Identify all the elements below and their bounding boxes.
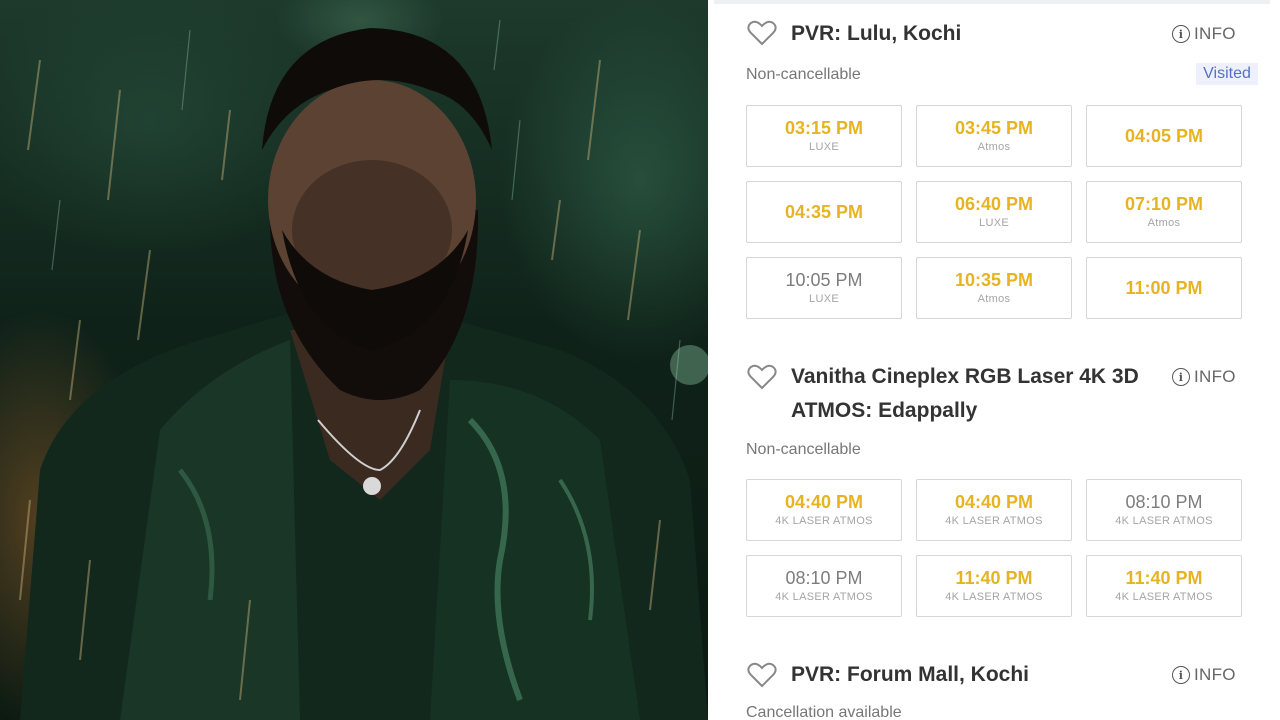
- photo-illustration: [19, 19, 708, 720]
- showtime-format: 4K LASER ATMOS: [775, 515, 873, 527]
- cinema-name[interactable]: Vanitha Cineplex RGB Laser 4K 3D ATMOS: …: [791, 360, 1161, 428]
- visited-badge: Visited: [1196, 63, 1258, 85]
- showtime-button[interactable]: 03:15 PM LUXE: [746, 105, 902, 167]
- info-icon: i: [1172, 666, 1190, 684]
- showtime-button[interactable]: 08:10 PM 4K LASER ATMOS: [746, 555, 902, 617]
- cinema-name-line2: ATMOS: Edappally: [791, 399, 978, 422]
- showtime-time: 08:10 PM: [785, 568, 863, 588]
- showtime-button[interactable]: 03:45 PM Atmos: [916, 105, 1072, 167]
- showtime-time: 04:40 PM: [954, 492, 1034, 512]
- showtime-format: LUXE: [979, 217, 1009, 229]
- showtime-button[interactable]: 06:40 PM LUXE: [916, 181, 1072, 243]
- info-label: INFO: [1194, 665, 1236, 684]
- showtime-button[interactable]: 04:05 PM: [1086, 105, 1242, 167]
- showtime-format: 4K LASER ATMOS: [1115, 515, 1213, 527]
- showtime-format: 4K LASER ATMOS: [945, 515, 1043, 527]
- showtime-format: Atmos: [977, 293, 1011, 305]
- info-label: INFO: [1194, 367, 1236, 386]
- cancellation-policy: Non-cancellable: [746, 441, 861, 458]
- showtime-format: Atmos: [1147, 217, 1181, 229]
- cinema-name-line1: Vanitha Cineplex RGB Laser 4K 3D: [791, 365, 1139, 388]
- cancellation-policy: Non-cancellable: [746, 66, 861, 83]
- cinema-name[interactable]: PVR: Lulu, Kochi: [791, 17, 1161, 51]
- favorite-heart-icon[interactable]: [747, 20, 777, 46]
- showtime-time: 07:10 PM: [1124, 194, 1204, 214]
- showtime-time: 11:40 PM: [1125, 568, 1203, 588]
- info-button[interactable]: i INFO: [1172, 367, 1236, 387]
- showtime-button[interactable]: 04:40 PM 4K LASER ATMOS: [746, 479, 902, 541]
- showtime-time: 03:45 PM: [954, 118, 1034, 138]
- showtime-time: 11:40 PM: [955, 568, 1033, 588]
- showtime-button[interactable]: 08:10 PM 4K LASER ATMOS: [1086, 479, 1242, 541]
- showtime-button[interactable]: 07:10 PM Atmos: [1086, 181, 1242, 243]
- showtime-button[interactable]: 04:35 PM: [746, 181, 902, 243]
- showtimes-list: PVR: Lulu, Kochi i INFO Non-cancellable …: [714, 0, 1280, 720]
- showtime-button[interactable]: 11:40 PM 4K LASER ATMOS: [1086, 555, 1242, 617]
- info-icon: i: [1172, 368, 1190, 386]
- showtime-time: 08:10 PM: [1125, 492, 1203, 512]
- showtime-format: 4K LASER ATMOS: [1115, 591, 1213, 603]
- cancellation-policy: Cancellation available: [746, 704, 902, 720]
- showtime-button[interactable]: 11:00 PM: [1086, 257, 1242, 319]
- showtime-format: 4K LASER ATMOS: [945, 591, 1043, 603]
- showtime-time: 04:05 PM: [1124, 126, 1204, 146]
- showtime-format: LUXE: [809, 141, 839, 153]
- showtime-time: 10:35 PM: [954, 270, 1034, 290]
- showtime-button[interactable]: 04:40 PM 4K LASER ATMOS: [916, 479, 1072, 541]
- info-button[interactable]: i INFO: [1172, 24, 1236, 44]
- favorite-heart-icon[interactable]: [747, 364, 777, 390]
- showtime-time: 06:40 PM: [954, 194, 1034, 214]
- showtime-format: LUXE: [809, 293, 839, 305]
- showtime-button[interactable]: 11:40 PM 4K LASER ATMOS: [916, 555, 1072, 617]
- list-top-border: [714, 0, 1270, 4]
- cinema-name[interactable]: PVR: Forum Mall, Kochi: [791, 658, 1161, 692]
- showtime-time: 04:40 PM: [784, 492, 864, 512]
- movie-still-photo: [0, 0, 708, 720]
- info-label: INFO: [1194, 24, 1236, 43]
- info-icon: i: [1172, 25, 1190, 43]
- showtime-time: 03:15 PM: [784, 118, 864, 138]
- showtime-time: 10:05 PM: [785, 270, 863, 290]
- showtime-time: 11:00 PM: [1125, 278, 1203, 298]
- showtime-time: 04:35 PM: [784, 202, 864, 222]
- info-button[interactable]: i INFO: [1172, 665, 1236, 685]
- showtime-format: 4K LASER ATMOS: [775, 591, 873, 603]
- showtime-button[interactable]: 10:05 PM LUXE: [746, 257, 902, 319]
- favorite-heart-icon[interactable]: [747, 662, 777, 688]
- showtime-button[interactable]: 10:35 PM Atmos: [916, 257, 1072, 319]
- pendant-icon: [363, 477, 381, 495]
- showtime-format: Atmos: [977, 141, 1011, 153]
